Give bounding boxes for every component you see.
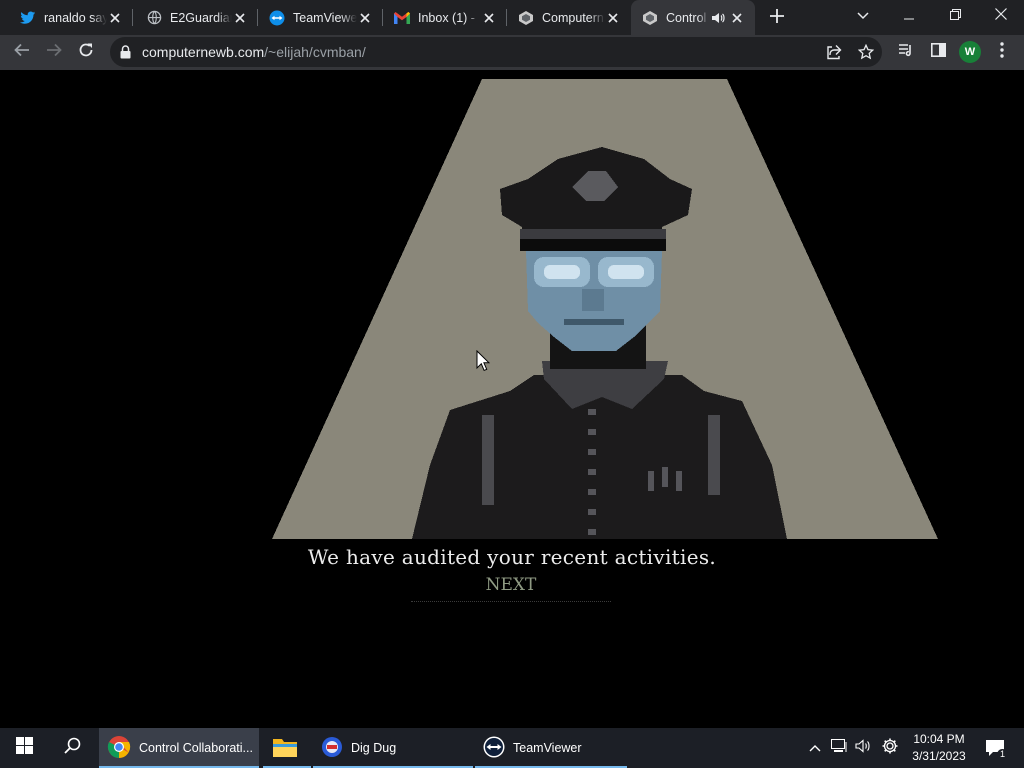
- taskbar-app-file-explorer[interactable]: [263, 728, 311, 768]
- taskbar-app-label: Dig Dug: [351, 741, 397, 755]
- windows-logo-icon: [15, 737, 33, 759]
- taskbar-app-dig-dug[interactable]: Dig Dug: [313, 728, 473, 768]
- tab-title: ranaldo say: [44, 10, 107, 25]
- playlist-icon: [898, 42, 914, 63]
- start-button[interactable]: [0, 728, 48, 768]
- tab-gmail[interactable]: Inbox (1) -: [383, 0, 507, 35]
- chrome-icon: [107, 735, 131, 762]
- plus-icon: [770, 8, 784, 28]
- chrome-menu-button[interactable]: [988, 38, 1016, 66]
- notification-center-button[interactable]: 1: [980, 728, 1010, 768]
- taskbar-app-chrome[interactable]: Control Collaborati...: [99, 728, 259, 768]
- taskbar-app-teamviewer[interactable]: TeamViewer: [475, 728, 627, 768]
- tab-teamviewer[interactable]: TeamViewer: [258, 0, 383, 35]
- network-icon: [831, 738, 847, 758]
- restore-button[interactable]: [932, 0, 978, 32]
- close-icon[interactable]: [481, 10, 497, 26]
- clock-time: 10:04 PM: [913, 732, 965, 746]
- dialog-text: We have audited your recent activities.: [307, 545, 717, 569]
- browser-toolbar: computernewb.com/~elijah/cvmban/ W: [0, 35, 1024, 70]
- shoulder-strap-left: [482, 415, 494, 505]
- clock-date: 3/31/2023: [912, 749, 966, 763]
- taskbar-app-label: Control Collaborati...: [139, 741, 253, 755]
- minimize-icon: [904, 7, 914, 25]
- close-icon: [995, 7, 1007, 25]
- dig-dug-icon: [321, 736, 343, 761]
- tab-computernewb[interactable]: Computern: [507, 0, 631, 35]
- close-icon[interactable]: [107, 10, 123, 26]
- url-text[interactable]: computernewb.com/~elijah/cvmban/: [142, 44, 366, 60]
- file-explorer-icon: [272, 736, 298, 761]
- speaker-icon[interactable]: [711, 11, 725, 25]
- tab-title: TeamViewer: [293, 10, 357, 25]
- chevron-up-icon: [809, 739, 821, 757]
- close-icon[interactable]: [605, 10, 621, 26]
- reload-icon: [78, 42, 94, 63]
- close-icon[interactable]: [232, 10, 248, 26]
- chevron-down-icon: [857, 7, 869, 25]
- gear-icon: [881, 737, 899, 760]
- windows-taskbar: Control Collaborati... Dig Dug TeamViewe…: [0, 728, 1024, 768]
- more-vert-icon: [1000, 41, 1004, 63]
- share-icon[interactable]: [824, 42, 844, 62]
- new-tab-button[interactable]: [766, 7, 788, 29]
- shoulder-strap-right: [708, 415, 720, 495]
- tab-control[interactable]: Control: [631, 0, 755, 35]
- tab-twitter[interactable]: ranaldo say: [0, 0, 133, 35]
- reload-button[interactable]: [72, 38, 100, 66]
- url-path: /~elijah/cvmban/: [264, 44, 366, 60]
- tab-search-button[interactable]: [840, 0, 886, 32]
- volume-icon: [855, 738, 871, 758]
- settings-tray-button[interactable]: [878, 728, 902, 768]
- network-tray-button[interactable]: [828, 728, 850, 768]
- lock-icon[interactable]: [120, 45, 131, 64]
- minimize-button[interactable]: [886, 0, 932, 32]
- arrow-right-icon: [46, 42, 62, 63]
- twitter-icon: [20, 10, 36, 26]
- notification-icon: 1: [985, 739, 1008, 760]
- url-domain: computernewb.com: [142, 44, 265, 60]
- gmail-icon: [394, 10, 410, 26]
- next-button[interactable]: NEXT: [411, 575, 611, 602]
- teamviewer-icon: [269, 10, 285, 26]
- taskbar-clock[interactable]: 10:04 PM 3/31/2023: [904, 731, 974, 765]
- back-button[interactable]: [8, 38, 36, 66]
- notification-count: 1: [997, 749, 1008, 760]
- tab-title: Computern: [542, 10, 604, 25]
- taskbar-app-label: TeamViewer: [513, 741, 582, 755]
- tab-strip: ranaldo say E2Guardian TeamViewer Inbox …: [0, 0, 1024, 35]
- tab-e2guardian[interactable]: E2Guardian: [133, 0, 258, 35]
- tab-title: E2Guardian: [170, 10, 232, 25]
- profile-avatar[interactable]: W: [959, 41, 981, 63]
- media-control-button[interactable]: [892, 38, 920, 66]
- close-icon[interactable]: [357, 10, 373, 26]
- search-icon: [63, 737, 81, 759]
- address-bar[interactable]: computernewb.com/~elijah/cvmban/: [110, 37, 882, 67]
- cap-band: [520, 229, 666, 239]
- cap-visor: [520, 239, 666, 251]
- game-scene[interactable]: [272, 79, 938, 539]
- restore-icon: [949, 7, 961, 25]
- side-panel-icon: [930, 42, 946, 62]
- bookmark-star-icon[interactable]: [856, 42, 876, 62]
- side-panel-button[interactable]: [924, 38, 952, 66]
- game-page: We have audited your recent activities. …: [0, 70, 1024, 728]
- globe-icon: [146, 10, 162, 26]
- volume-tray-button[interactable]: [852, 728, 874, 768]
- teamviewer-icon: [483, 736, 505, 761]
- close-window-button[interactable]: [978, 0, 1024, 32]
- arrow-left-icon: [14, 42, 30, 63]
- site-icon: [642, 10, 658, 26]
- mouse-pointer-icon: [476, 349, 491, 377]
- show-hidden-icons-button[interactable]: [804, 728, 826, 768]
- tab-title: Control: [666, 10, 707, 25]
- close-icon[interactable]: [729, 10, 745, 26]
- tab-title: Inbox (1) -: [418, 10, 475, 25]
- site-icon: [518, 10, 534, 26]
- search-button[interactable]: [48, 728, 96, 768]
- forward-button[interactable]: [40, 38, 68, 66]
